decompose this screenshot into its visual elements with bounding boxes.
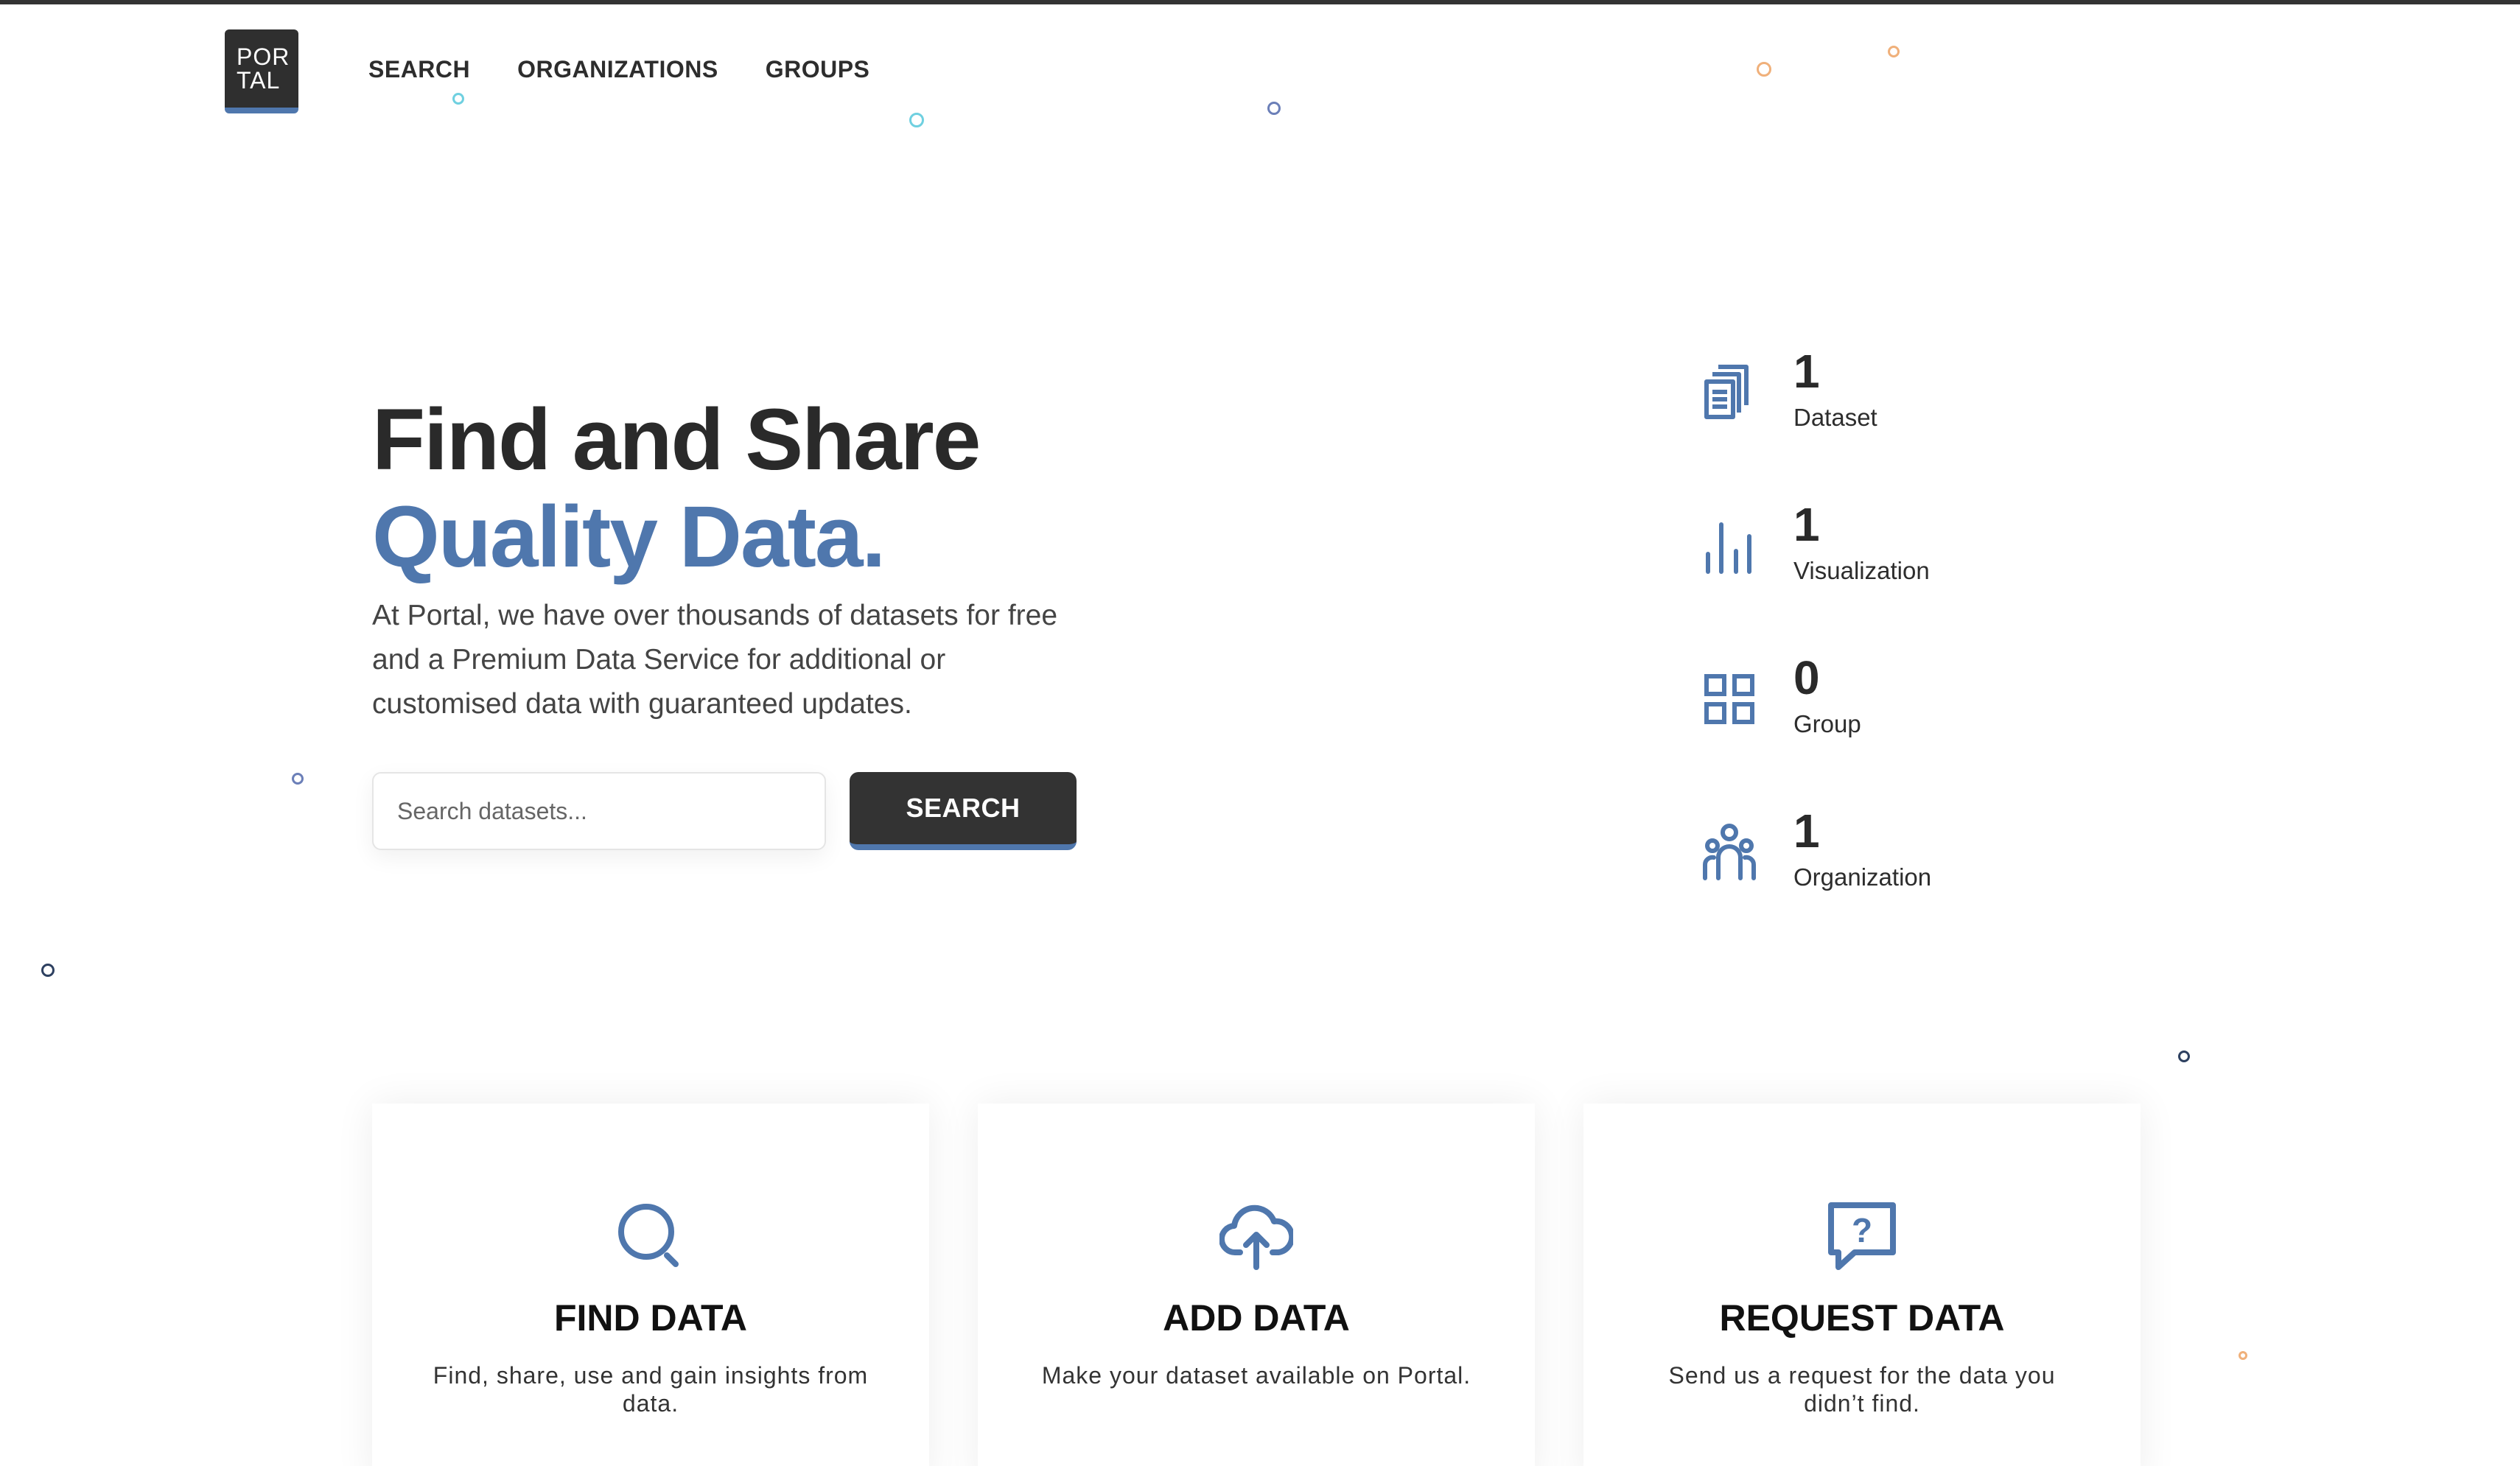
card-find-data[interactable]: FIND DATA Find, share, use and gain insi… <box>372 1104 929 1466</box>
nav-groups[interactable]: GROUPS <box>766 56 870 83</box>
card-request-data[interactable]: ? REQUEST DATA Send us a request for the… <box>1583 1104 2141 1466</box>
cloud-upload-icon <box>1219 1204 1293 1270</box>
search-button[interactable]: SEARCH <box>850 772 1077 850</box>
stat-visualizations-label: Visualization <box>1793 557 1930 584</box>
stat-datasets-label: Dataset <box>1793 404 1877 431</box>
logo-text-line2: TAL <box>237 67 281 94</box>
card-description: Send us a request for the data you didn’… <box>1668 1362 2056 1417</box>
stat-organizations[interactable]: 1 Organization <box>1702 804 1931 893</box>
stat-visualizations-value: 1 <box>1793 498 1820 551</box>
stat-groups-value: 0 <box>1793 651 1820 704</box>
stat-visualizations[interactable]: 1 Visualization <box>1702 498 1930 586</box>
card-title: REQUEST DATA <box>1719 1297 2005 1339</box>
stat-datasets[interactable]: 1 Dataset <box>1702 345 1877 433</box>
main-nav: SEARCH ORGANIZATIONS GROUPS <box>368 56 869 83</box>
portal-logo[interactable]: POR TAL <box>225 29 298 113</box>
decorative-dot <box>2239 1351 2247 1360</box>
decorative-dot <box>909 113 924 127</box>
stat-groups-label: Group <box>1793 710 1861 737</box>
card-add-data[interactable]: ADD DATA Make your dataset available on … <box>978 1104 1535 1466</box>
decorative-dot <box>1757 62 1771 77</box>
card-description: Find, share, use and gain insights from … <box>433 1362 869 1417</box>
dataset-icon <box>1704 365 1749 419</box>
card-title: FIND DATA <box>554 1297 747 1339</box>
decorative-dot <box>292 773 304 785</box>
svg-text:?: ? <box>1852 1211 1872 1249</box>
card-description: Make your dataset available on Portal. <box>1041 1362 1471 1389</box>
decorative-dot <box>2178 1051 2190 1062</box>
stat-groups[interactable]: 0 Group <box>1702 651 1861 740</box>
nav-organizations[interactable]: ORGANIZATIONS <box>517 56 718 83</box>
people-icon <box>1703 824 1756 880</box>
grid-icon <box>1704 674 1754 724</box>
decorative-dot <box>41 964 55 977</box>
decorative-dot <box>452 93 464 105</box>
hero-title: Find and Share Quality Data. <box>372 391 981 586</box>
search-input[interactable] <box>372 772 826 850</box>
stat-organizations-label: Organization <box>1793 863 1932 891</box>
stat-datasets-value: 1 <box>1793 345 1820 398</box>
logo-text-line1: POR <box>237 43 290 70</box>
decorative-dot <box>1888 46 1900 57</box>
stat-organizations-value: 1 <box>1793 804 1820 857</box>
question-icon: ? <box>1828 1202 1896 1270</box>
card-title: ADD DATA <box>1163 1297 1350 1339</box>
search-icon <box>618 1204 679 1267</box>
hero-description: At Portal, we have over thousands of dat… <box>372 600 1058 720</box>
decorative-dot <box>1267 102 1281 115</box>
hero-title-line1: Find and Share <box>372 391 981 488</box>
nav-search[interactable]: SEARCH <box>368 56 470 83</box>
bar-chart-icon <box>1706 522 1751 574</box>
hero-title-line2: Quality Data. <box>372 488 886 586</box>
